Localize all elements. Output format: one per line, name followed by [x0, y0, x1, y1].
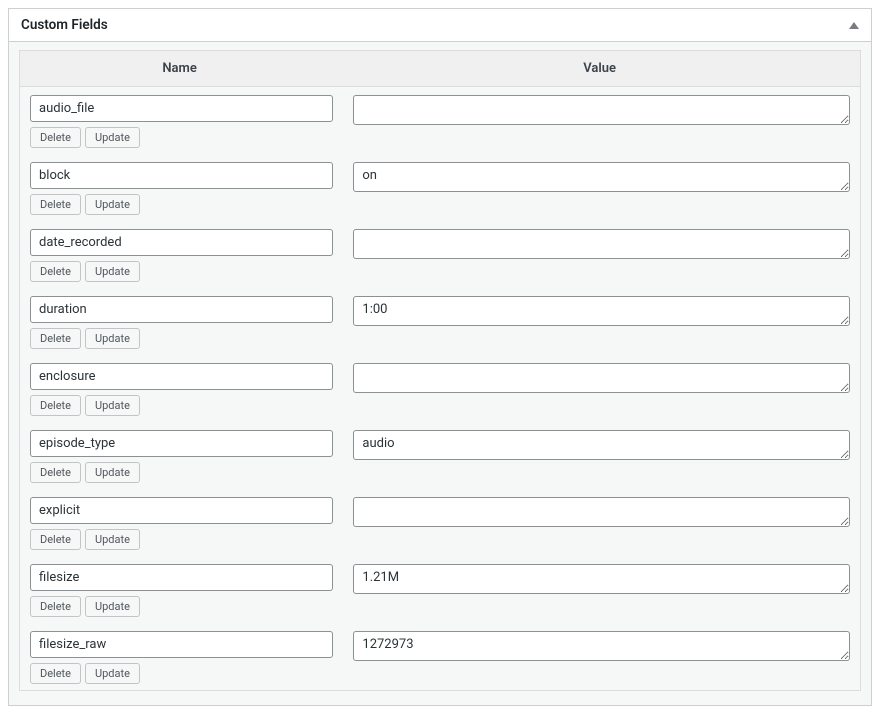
action-button-row: DeleteUpdate — [30, 194, 333, 215]
update-button[interactable]: Update — [85, 261, 140, 282]
field-value-input[interactable] — [353, 162, 850, 192]
column-header-name: Name — [20, 51, 339, 86]
value-column — [353, 229, 850, 263]
delete-button[interactable]: Delete — [30, 663, 81, 684]
update-button[interactable]: Update — [85, 596, 140, 617]
value-column — [353, 430, 850, 464]
field-value-input[interactable] — [353, 430, 850, 460]
table-header-row: Name Value — [20, 51, 860, 87]
name-column: DeleteUpdate — [30, 162, 333, 221]
field-row: DeleteUpdate — [20, 87, 860, 154]
update-button[interactable]: Update — [85, 395, 140, 416]
field-name-input[interactable] — [30, 564, 333, 591]
update-button[interactable]: Update — [85, 529, 140, 550]
column-header-value: Value — [339, 51, 860, 86]
collapse-icon[interactable] — [849, 22, 859, 29]
name-column: DeleteUpdate — [30, 497, 333, 556]
field-row: DeleteUpdate — [20, 154, 860, 221]
field-name-input[interactable] — [30, 363, 333, 390]
panel-title: Custom Fields — [21, 17, 108, 33]
delete-button[interactable]: Delete — [30, 395, 81, 416]
delete-button[interactable]: Delete — [30, 596, 81, 617]
field-row: DeleteUpdate — [20, 422, 860, 489]
panel-body: Name Value DeleteUpdateDeleteUpdateDelet… — [9, 42, 871, 705]
field-row: DeleteUpdate — [20, 489, 860, 556]
name-column: DeleteUpdate — [30, 430, 333, 489]
value-column — [353, 497, 850, 531]
action-button-row: DeleteUpdate — [30, 127, 333, 148]
field-name-input[interactable] — [30, 631, 333, 658]
delete-button[interactable]: Delete — [30, 194, 81, 215]
name-column: DeleteUpdate — [30, 229, 333, 288]
field-row: DeleteUpdate — [20, 221, 860, 288]
delete-button[interactable]: Delete — [30, 261, 81, 282]
field-row: DeleteUpdate — [20, 355, 860, 422]
field-row: DeleteUpdate — [20, 556, 860, 623]
action-button-row: DeleteUpdate — [30, 328, 333, 349]
value-column — [353, 296, 850, 330]
name-column: DeleteUpdate — [30, 95, 333, 154]
action-button-row: DeleteUpdate — [30, 462, 333, 483]
field-name-input[interactable] — [30, 229, 333, 256]
value-column — [353, 162, 850, 196]
delete-button[interactable]: Delete — [30, 127, 81, 148]
delete-button[interactable]: Delete — [30, 328, 81, 349]
field-name-input[interactable] — [30, 497, 333, 524]
delete-button[interactable]: Delete — [30, 462, 81, 483]
name-column: DeleteUpdate — [30, 363, 333, 422]
field-value-input[interactable] — [353, 95, 850, 125]
custom-fields-panel: Custom Fields Name Value DeleteUpdateDel… — [8, 8, 872, 706]
value-column — [353, 631, 850, 665]
field-row: DeleteUpdate — [20, 288, 860, 355]
field-value-input[interactable] — [353, 497, 850, 527]
value-column — [353, 564, 850, 598]
action-button-row: DeleteUpdate — [30, 261, 333, 282]
value-column — [353, 95, 850, 129]
name-column: DeleteUpdate — [30, 564, 333, 623]
update-button[interactable]: Update — [85, 194, 140, 215]
action-button-row: DeleteUpdate — [30, 596, 333, 617]
field-value-input[interactable] — [353, 363, 850, 393]
panel-header[interactable]: Custom Fields — [9, 9, 871, 42]
field-name-input[interactable] — [30, 430, 333, 457]
field-value-input[interactable] — [353, 296, 850, 326]
field-name-input[interactable] — [30, 162, 333, 189]
name-column: DeleteUpdate — [30, 631, 333, 690]
field-value-input[interactable] — [353, 229, 850, 259]
action-button-row: DeleteUpdate — [30, 395, 333, 416]
fields-table: Name Value DeleteUpdateDeleteUpdateDelet… — [19, 50, 861, 691]
update-button[interactable]: Update — [85, 462, 140, 483]
action-button-row: DeleteUpdate — [30, 663, 333, 684]
update-button[interactable]: Update — [85, 328, 140, 349]
field-name-input[interactable] — [30, 95, 333, 122]
value-column — [353, 363, 850, 397]
field-value-input[interactable] — [353, 631, 850, 661]
delete-button[interactable]: Delete — [30, 529, 81, 550]
action-button-row: DeleteUpdate — [30, 529, 333, 550]
field-row: DeleteUpdate — [20, 623, 860, 690]
field-name-input[interactable] — [30, 296, 333, 323]
name-column: DeleteUpdate — [30, 296, 333, 355]
update-button[interactable]: Update — [85, 127, 140, 148]
update-button[interactable]: Update — [85, 663, 140, 684]
